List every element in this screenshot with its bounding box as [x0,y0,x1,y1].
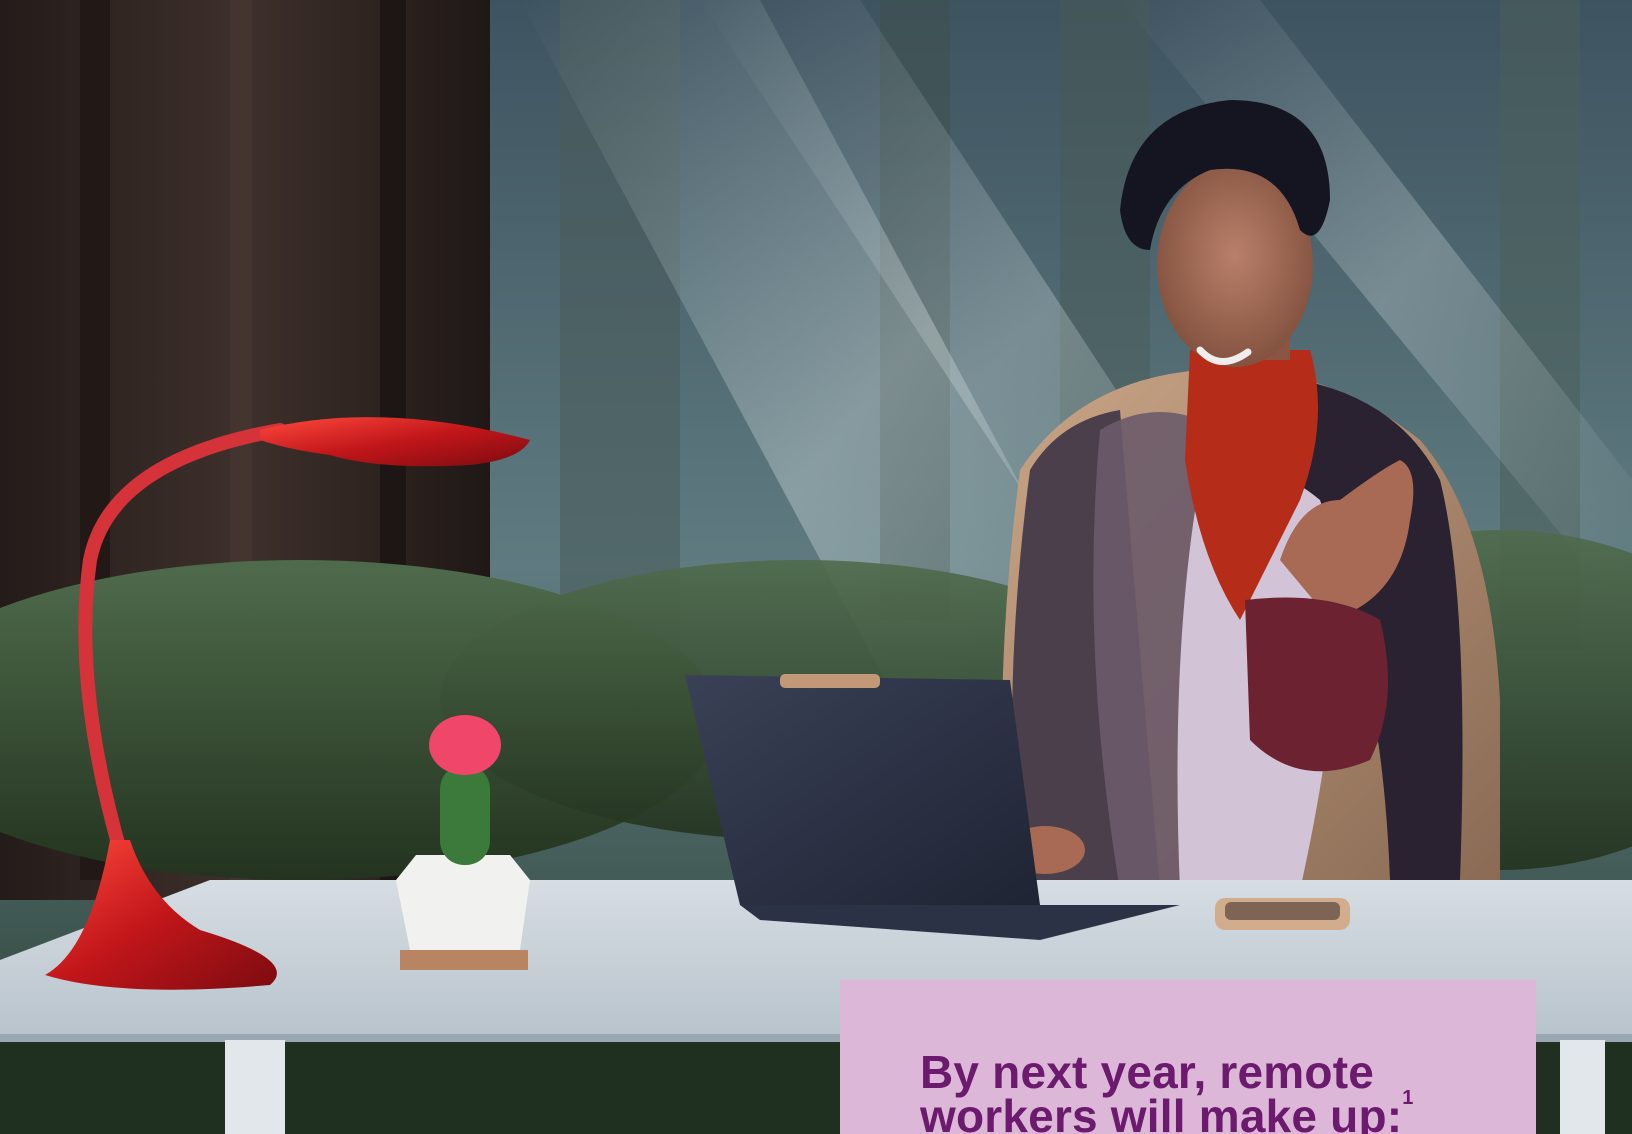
photo-scene [0,0,1632,1134]
callout-heading-line2: workers will make up: [920,1090,1403,1134]
scene-svg [0,0,1632,1134]
desk-leg [225,1040,285,1134]
callout-heading: By next year, remote workers will make u… [920,1049,1536,1134]
stat-callout-card: By next year, remote workers will make u… [840,980,1536,1134]
phone-icon [1215,898,1350,930]
footnote-marker: 1 [1402,1087,1414,1109]
